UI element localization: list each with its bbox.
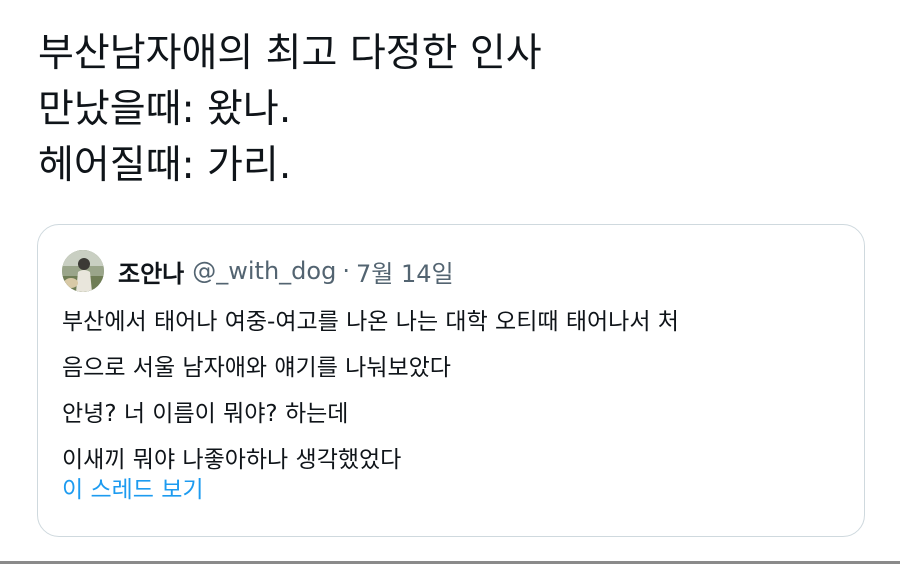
user-handle[interactable]: @_with_dog: [192, 257, 336, 285]
tweet-text-line-3: 헤어질때: 가리.: [38, 143, 292, 188]
quoted-text-line-1: 부산에서 태어나 여중-여고를 나온 나는 대학 오티때 태어나서 처: [62, 309, 679, 335]
tweet-text-line-1: 부산남자애의 최고 다정한 인사: [38, 31, 542, 76]
separator-dot: ·: [342, 257, 350, 285]
tweet-text: 부산남자애의 최고 다정한 인사 만났을때: 왔나. 헤어질때: 가리.: [38, 26, 878, 194]
profile-photo-icon[interactable]: [62, 250, 104, 292]
quoted-tweet-text: 부산에서 태어나 여중-여고를 나온 나는 대학 오티때 태어나서 처 음으로 …: [62, 299, 852, 483]
tweet-date[interactable]: 7월 14일: [356, 254, 454, 289]
quoted-text-line-2: 음으로 서울 남자애와 얘기를 나눠보았다: [62, 355, 451, 381]
display-name[interactable]: 조안나: [118, 254, 184, 289]
quoted-tweet-card[interactable]: 조안나 @_with_dog · 7월 14일 부산에서 태어나 여중-여고를 …: [37, 224, 865, 537]
quoted-text-line-3: 안녕? 너 이름이 뭐야? 하는데: [62, 401, 349, 427]
show-thread-link[interactable]: 이 스레드 보기: [62, 472, 204, 508]
quoted-tweet-header: 조안나 @_with_dog · 7월 14일: [62, 249, 454, 293]
tweet-text-line-2: 만났을때: 왔나.: [38, 87, 292, 132]
